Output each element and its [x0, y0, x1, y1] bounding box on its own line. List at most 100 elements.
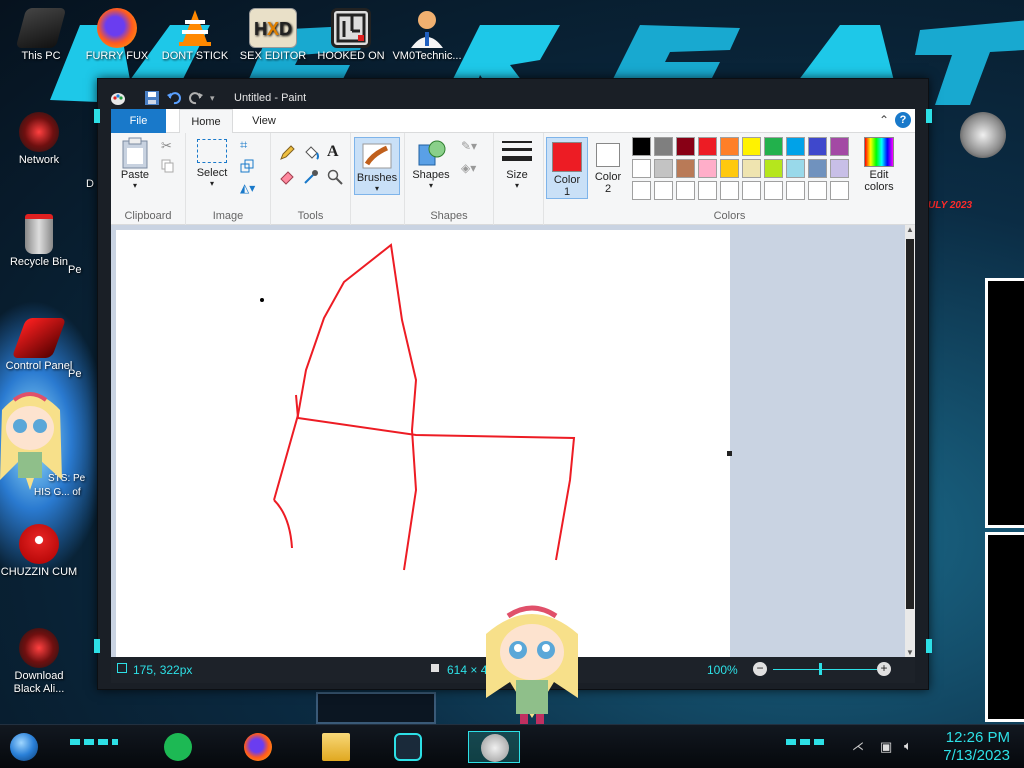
- canvas-workspace[interactable]: [111, 225, 905, 657]
- palette-swatch[interactable]: [654, 159, 673, 178]
- save-icon[interactable]: [144, 90, 160, 106]
- pencil-icon[interactable]: [279, 145, 295, 161]
- canvas-resize-handle[interactable]: [727, 451, 732, 456]
- crop-icon[interactable]: ⌗: [240, 137, 256, 153]
- text-icon[interactable]: A: [327, 143, 343, 160]
- palette-swatch[interactable]: [808, 181, 827, 200]
- desktop-icon-partial[interactable]: Pe: [68, 368, 96, 381]
- resize-icon[interactable]: [240, 159, 256, 175]
- desktop-icon-partial[interactable]: Pe: [68, 264, 96, 277]
- palette-swatch[interactable]: [764, 181, 783, 200]
- rotate-icon[interactable]: ◭▾: [240, 181, 256, 197]
- palette-swatch[interactable]: [676, 181, 695, 200]
- palette-swatch[interactable]: [720, 159, 739, 178]
- volume-icon[interactable]: 🔈︎: [904, 738, 912, 754]
- tab-home[interactable]: Home: [179, 109, 233, 134]
- help-icon[interactable]: ?: [895, 112, 911, 128]
- vertical-scrollbar[interactable]: ▲ ▼: [905, 225, 915, 657]
- desktop-icon-this-pc[interactable]: This PC: [2, 8, 80, 63]
- shapes-button[interactable]: Shapes ▾: [409, 137, 453, 190]
- palette-swatch[interactable]: [698, 181, 717, 200]
- taskbar-paint[interactable]: [468, 731, 520, 763]
- scroll-up-icon[interactable]: ▲: [906, 225, 914, 234]
- palette-swatch[interactable]: [742, 181, 761, 200]
- taskbar-spotify[interactable]: [160, 731, 196, 763]
- palette-swatch[interactable]: [786, 181, 805, 200]
- palette-swatch[interactable]: [830, 181, 849, 200]
- palette-swatch[interactable]: [632, 137, 651, 156]
- select-button[interactable]: Select ▾: [192, 139, 232, 188]
- outline-icon[interactable]: ✎▾: [461, 139, 477, 155]
- size-button[interactable]: Size ▾: [497, 137, 537, 190]
- network-tray-icon[interactable]: ▣: [880, 739, 892, 755]
- customize-quick-access-icon[interactable]: ▾: [210, 90, 226, 106]
- scroll-down-icon[interactable]: ▼: [906, 648, 914, 657]
- taskbar-firefox[interactable]: [240, 731, 276, 763]
- zoom-in-button[interactable]: +: [877, 662, 891, 676]
- tab-view[interactable]: View: [239, 109, 289, 133]
- title-bar[interactable]: ▾ Untitled - Paint: [110, 85, 918, 111]
- zoom-slider-thumb[interactable]: [819, 663, 822, 675]
- palette-swatch[interactable]: [830, 137, 849, 156]
- palette-swatch[interactable]: [720, 181, 739, 200]
- desktop-icon-sex-editor[interactable]: HXD SEX EDITOR: [234, 8, 312, 63]
- desktop-icon-control-panel[interactable]: Control Panel: [0, 318, 78, 373]
- palette-swatch[interactable]: [764, 137, 783, 156]
- cut-icon[interactable]: ✂: [161, 138, 177, 154]
- paint-icon[interactable]: [110, 90, 126, 106]
- palette-swatch[interactable]: [786, 137, 805, 156]
- desktop-icon-label: Download Black Ali...: [13, 670, 65, 695]
- desktop-icon-recycle-bin[interactable]: Recycle Bin: [0, 214, 78, 269]
- palette-swatch[interactable]: [720, 137, 739, 156]
- clock-date: 7/13/2023: [943, 747, 1010, 764]
- palette-swatch[interactable]: [830, 159, 849, 178]
- redo-icon[interactable]: [188, 90, 204, 106]
- eraser-icon[interactable]: [279, 169, 295, 185]
- system-clock[interactable]: 12:26 PM 7/13/2023: [943, 729, 1010, 765]
- color1-button[interactable]: Color 1: [546, 137, 588, 199]
- tab-file[interactable]: File: [111, 109, 166, 133]
- paste-button[interactable]: Paste ▾: [115, 137, 155, 190]
- desktop-icon-label: Recycle Bin: [9, 256, 69, 268]
- fill-icon[interactable]: ◈▾: [461, 161, 477, 177]
- palette-swatch[interactable]: [654, 137, 673, 156]
- taskbar-game[interactable]: [390, 731, 426, 763]
- palette-swatch[interactable]: [632, 159, 651, 178]
- image-group: Select ▾ ⌗ ◭▾ Image: [186, 133, 271, 225]
- zoom-out-button[interactable]: −: [753, 662, 767, 676]
- palette-swatch[interactable]: [676, 159, 695, 178]
- scroll-thumb[interactable]: [906, 239, 914, 609]
- palette-swatch[interactable]: [698, 159, 717, 178]
- desktop-icon-furry-fux[interactable]: FURRY FUX: [78, 8, 156, 63]
- palette-swatch[interactable]: [808, 137, 827, 156]
- palette-swatch[interactable]: [742, 137, 761, 156]
- palette-swatch[interactable]: [808, 159, 827, 178]
- copy-icon[interactable]: [161, 159, 177, 175]
- palette-swatch[interactable]: [632, 181, 651, 200]
- drawing-canvas[interactable]: [116, 230, 730, 657]
- desktop-icon-dont-stick[interactable]: DONT STICK: [156, 8, 234, 63]
- color-picker-icon[interactable]: [303, 169, 319, 185]
- desktop-icon-vm0technic[interactable]: VM0Technic...: [388, 8, 466, 63]
- palette-swatch[interactable]: [698, 137, 717, 156]
- desktop-icon-chuzzin-cum[interactable]: CHUZZIN CUM: [0, 524, 78, 579]
- minimize-ribbon-icon[interactable]: ⌃: [879, 113, 889, 127]
- palette-swatch[interactable]: [676, 137, 695, 156]
- taskbar-file-explorer[interactable]: [318, 731, 354, 763]
- desktop-icon-download-black-ali[interactable]: Download Black Ali...: [0, 628, 78, 696]
- start-button[interactable]: [6, 731, 42, 763]
- color2-button[interactable]: Color 2: [590, 137, 626, 199]
- show-hidden-icons[interactable]: ⋌: [852, 739, 864, 753]
- undo-icon[interactable]: [166, 90, 182, 106]
- magnifier-icon[interactable]: [327, 169, 343, 185]
- fill-bucket-icon[interactable]: [303, 145, 319, 161]
- desktop-icon-hooked-on[interactable]: HOOKED ON: [312, 8, 390, 63]
- desktop-icon-network[interactable]: Network: [0, 112, 78, 167]
- palette-swatch[interactable]: [742, 159, 761, 178]
- zoom-slider[interactable]: [773, 669, 877, 670]
- palette-swatch[interactable]: [786, 159, 805, 178]
- palette-swatch[interactable]: [654, 181, 673, 200]
- brushes-button[interactable]: Brushes ▾: [354, 137, 400, 195]
- palette-swatch[interactable]: [764, 159, 783, 178]
- edit-colors-button[interactable]: Edit colors: [856, 137, 902, 193]
